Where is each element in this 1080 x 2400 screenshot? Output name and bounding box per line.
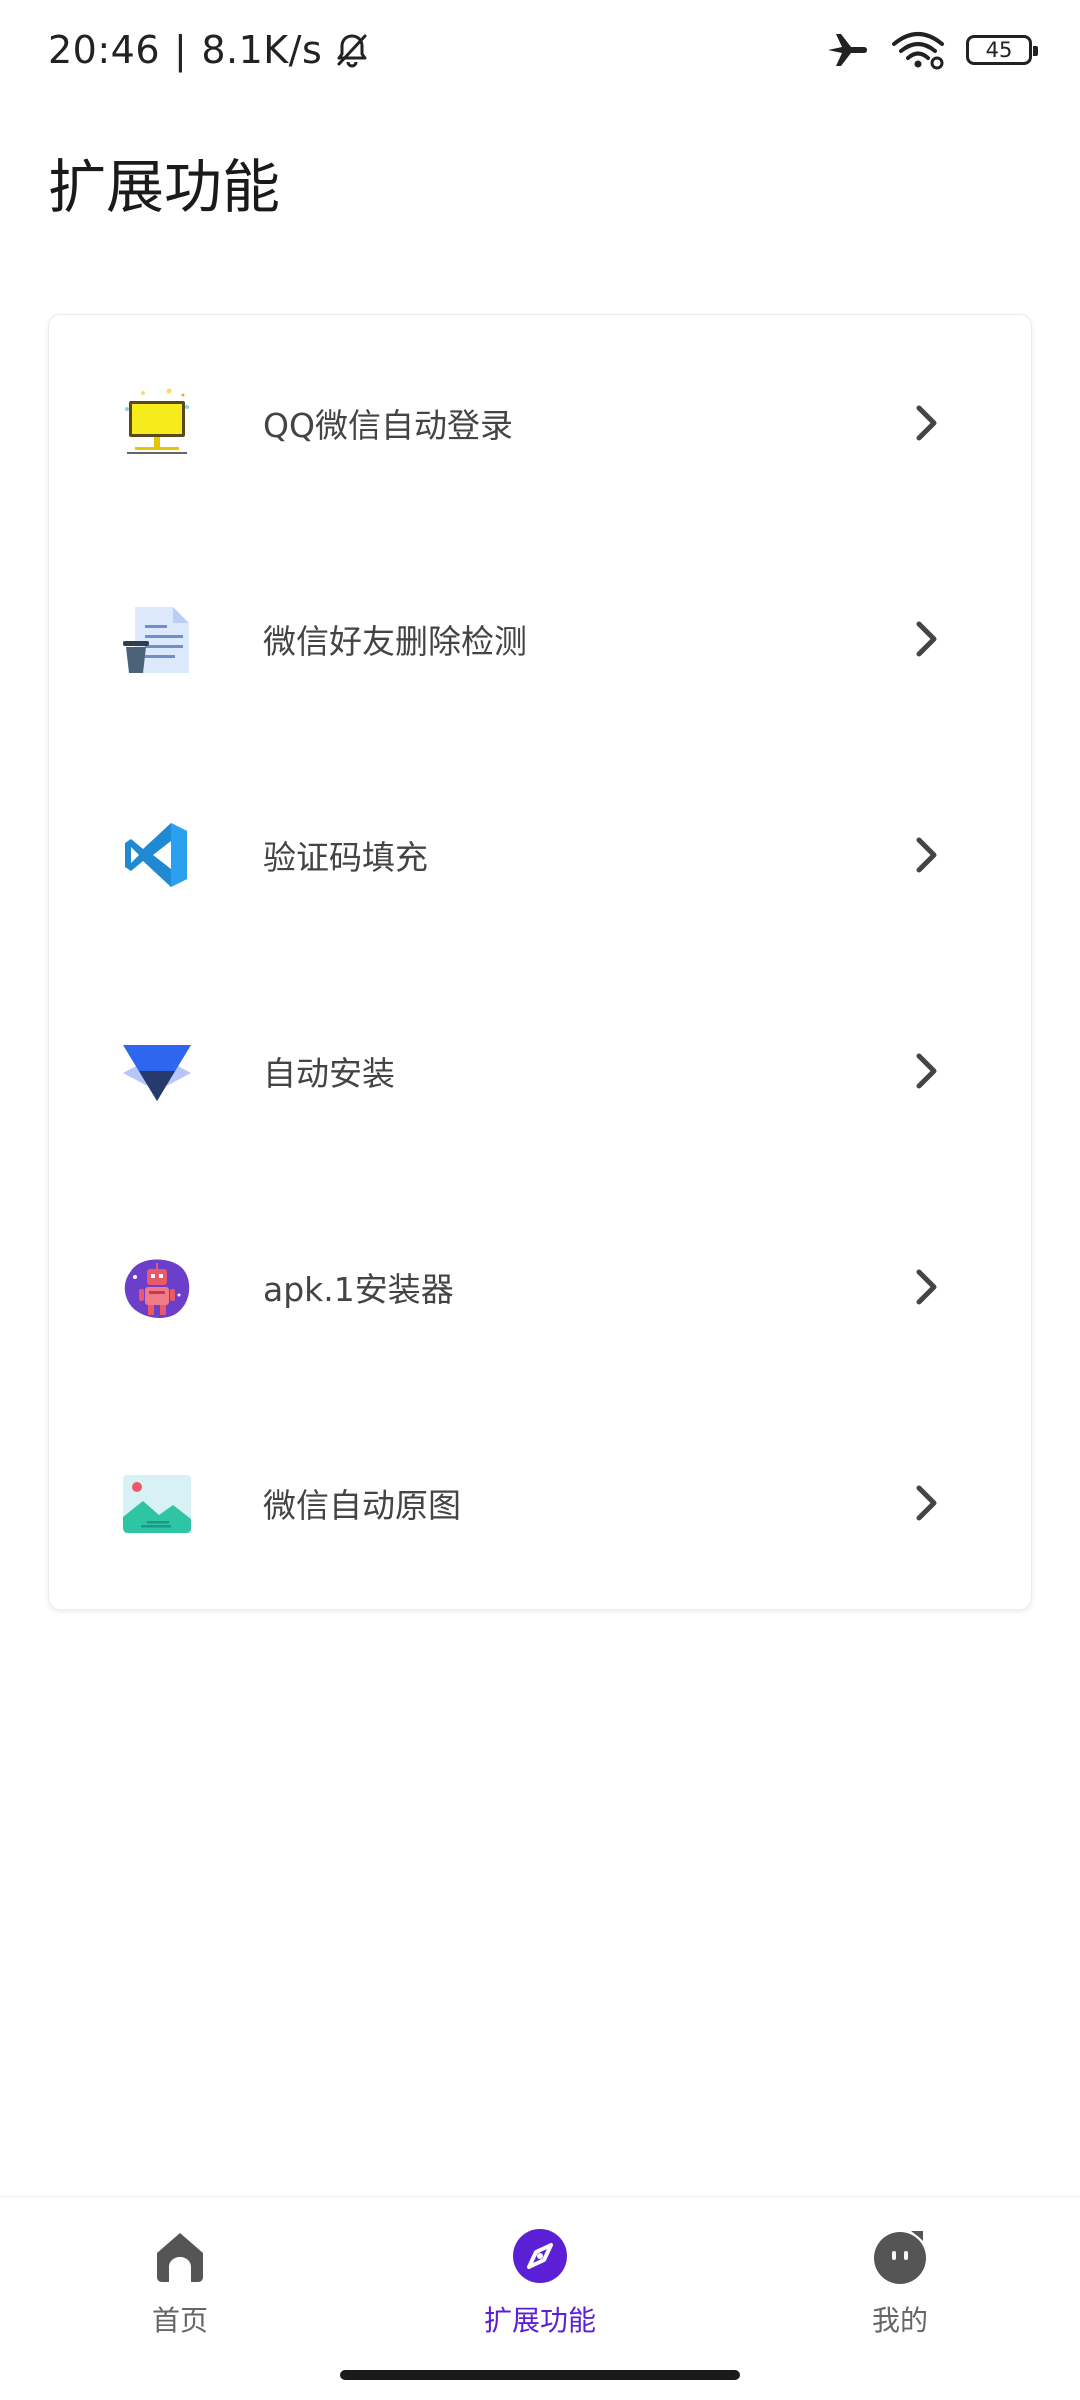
nav-label: 扩展功能	[483, 2304, 596, 2337]
nav-item-home[interactable]: 首页	[80, 2227, 280, 2339]
image-icon	[121, 1467, 193, 1539]
chevron-right-icon	[907, 1049, 947, 1093]
feature-row-apk1-installer[interactable]: apk.1安装器	[49, 1179, 1031, 1395]
profile-face-icon	[871, 2227, 929, 2285]
nav-item-extensions[interactable]: 扩展功能	[440, 2227, 640, 2339]
monitor-icon	[121, 387, 193, 459]
feature-row-auto-install[interactable]: 自动安装	[49, 963, 1031, 1179]
feature-label: 微信好友删除检测	[263, 622, 527, 661]
feature-row-captcha-fill[interactable]: 验证码填充	[49, 747, 1031, 963]
status-time: 20:46	[48, 28, 161, 72]
app-screen: 20:46 | 8.1K/s 45 扩展功能 QQ微信自动登录 微信好友删除检测…	[0, 0, 1080, 2400]
bell-muted-icon	[332, 30, 372, 70]
nav-item-mine[interactable]: 我的	[800, 2227, 1000, 2339]
robot-icon	[121, 1251, 193, 1323]
chevron-right-icon	[907, 617, 947, 661]
nav-label: 首页	[151, 2304, 208, 2337]
document-trash-icon	[121, 603, 193, 675]
status-left: 20:46 | 8.1K/s	[48, 28, 372, 72]
feature-row-qq-wechat-auto-login[interactable]: QQ微信自动登录	[49, 315, 1031, 531]
compass-icon	[511, 2227, 569, 2285]
battery-icon: 45	[966, 35, 1038, 65]
feature-label: apk.1安装器	[263, 1270, 454, 1309]
feature-label: 自动安装	[263, 1054, 395, 1093]
feature-row-wechat-friend-delete-check[interactable]: 微信好友删除检测	[49, 531, 1031, 747]
status-separator: |	[174, 28, 188, 72]
nav-label: 我的	[871, 2304, 928, 2337]
vscode-logo-icon	[121, 819, 193, 891]
status-right: 45	[826, 30, 1038, 70]
wifi-icon	[890, 30, 946, 70]
chevron-right-icon	[907, 833, 947, 877]
triangle-install-icon	[121, 1035, 193, 1107]
battery-level: 45	[985, 38, 1013, 62]
airplane-icon	[826, 30, 870, 70]
chevron-right-icon	[907, 401, 947, 445]
network-speed: 8.1K/s	[201, 28, 323, 72]
chevron-right-icon	[907, 1481, 947, 1525]
feature-label: 验证码填充	[263, 838, 428, 877]
status-bar: 20:46 | 8.1K/s 45	[0, 0, 1080, 100]
feature-row-wechat-auto-original-image[interactable]: 微信自动原图	[49, 1395, 1031, 1611]
feature-label: 微信自动原图	[263, 1486, 461, 1525]
page-title: 扩展功能	[48, 153, 281, 221]
chevron-right-icon	[907, 1265, 947, 1309]
home-indicator[interactable]	[340, 2370, 740, 2380]
feature-label: QQ微信自动登录	[263, 406, 513, 445]
feature-list-card: QQ微信自动登录 微信好友删除检测 验证码填充 自动安装 apk.1安装器 微信…	[48, 314, 1032, 1610]
home-icon	[151, 2227, 209, 2285]
